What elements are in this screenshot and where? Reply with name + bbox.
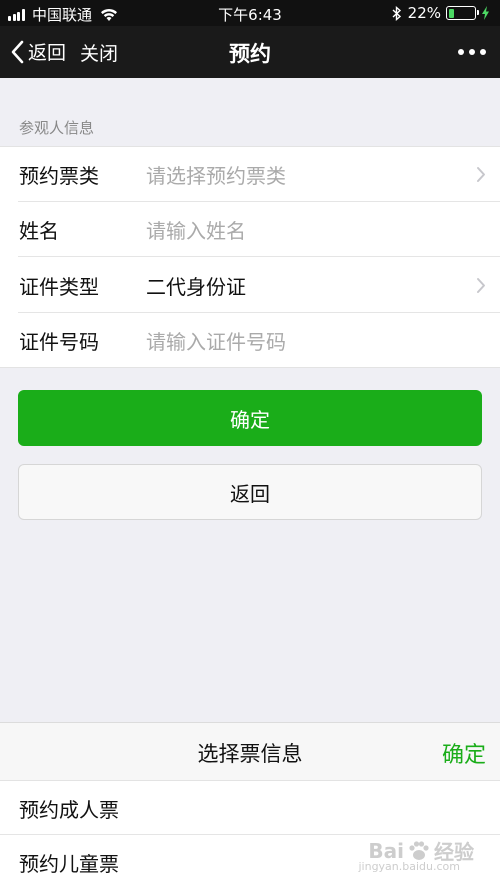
picker-option-label: 预约成人票 bbox=[19, 797, 119, 822]
nav-back-label: 返回 bbox=[28, 42, 67, 64]
picker-option-adult[interactable]: 预约成人票 bbox=[0, 781, 500, 835]
id-type-value: 二代身份证 bbox=[146, 275, 246, 299]
id-type-label: 证件类型 bbox=[19, 275, 99, 299]
battery-fill bbox=[448, 8, 454, 18]
picker-option-label: 预约儿童票 bbox=[19, 851, 119, 876]
picker-header: 选择票信息 确定 bbox=[0, 723, 500, 781]
visitor-form: 预约票类 请选择预约票类 姓名 请输入姓名 证件类型 二代身份证 证件号码 请输… bbox=[0, 146, 500, 368]
id-type-field[interactable]: 证件类型 二代身份证 bbox=[0, 258, 500, 313]
chevron-right-icon bbox=[477, 278, 485, 293]
nav-close-button[interactable]: 关闭 bbox=[80, 39, 118, 66]
ticket-type-placeholder: 请选择预约票类 bbox=[146, 164, 286, 188]
more-options-icon[interactable] bbox=[453, 49, 486, 55]
ticket-picker-sheet: 选择票信息 确定 预约成人票 预约儿童票 bbox=[0, 722, 500, 889]
chevron-right-icon bbox=[477, 167, 485, 182]
page-title: 预约 bbox=[229, 42, 271, 66]
picker-confirm-button[interactable]: 确定 bbox=[442, 737, 486, 769]
battery-percent: 22% bbox=[407, 4, 441, 22]
status-right: 22% bbox=[392, 4, 490, 22]
chevron-left-icon bbox=[11, 40, 24, 63]
back-button[interactable]: 返回 bbox=[18, 464, 482, 520]
section-label-visitor-info: 参观人信息 bbox=[19, 119, 95, 137]
picker-option-child[interactable]: 预约儿童票 bbox=[0, 835, 500, 889]
charging-bolt-icon bbox=[482, 6, 489, 20]
ticket-type-label: 预约票类 bbox=[19, 164, 99, 188]
id-number-input[interactable]: 请输入证件号码 bbox=[146, 326, 286, 355]
confirm-button[interactable]: 确定 bbox=[18, 390, 482, 446]
status-bar: 中国联通 下午6:43 22% bbox=[0, 0, 500, 26]
picker-title: 选择票信息 bbox=[197, 742, 303, 766]
nav-bar: 返回 关闭 预约 bbox=[0, 26, 500, 78]
ticket-type-field[interactable]: 预约票类 请选择预约票类 bbox=[0, 147, 500, 202]
name-label: 姓名 bbox=[19, 219, 59, 243]
battery-icon bbox=[446, 6, 479, 20]
name-field[interactable]: 姓名 请输入姓名 bbox=[0, 202, 500, 257]
bluetooth-icon bbox=[392, 5, 401, 21]
id-number-label: 证件号码 bbox=[19, 330, 99, 354]
name-input[interactable]: 请输入姓名 bbox=[146, 215, 246, 244]
id-number-field[interactable]: 证件号码 请输入证件号码 bbox=[0, 313, 500, 368]
nav-back-button[interactable]: 返回 bbox=[10, 38, 66, 65]
